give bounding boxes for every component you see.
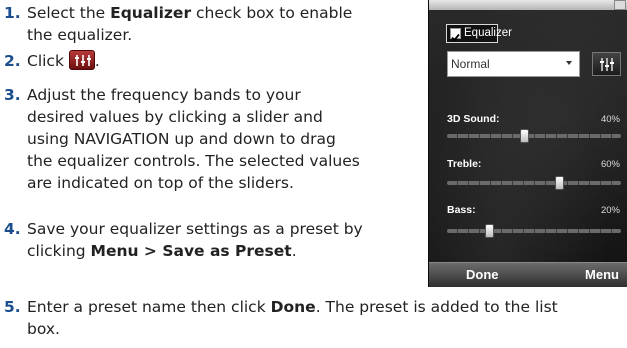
step-text: Click . [27,50,100,72]
step-text-part: Enter a preset name then click [27,298,271,316]
step-text-line: using NAVIGATION up and down to drag [27,130,336,148]
slider-track-treble[interactable] [447,181,621,185]
preset-value: Normal [451,57,490,71]
slider-track-3d-sound[interactable] [447,134,621,138]
step-text-part: Select the [27,4,111,22]
equalizer-settings-button[interactable] [592,52,621,76]
slider-thumb-bass[interactable] [485,224,495,238]
step-text-line: the equalizer. [27,26,133,44]
slider-value-treble: 60% [600,159,620,170]
equalizer-settings-icon [68,50,95,70]
step-text: Save your equalizer settings as a preset… [27,218,363,262]
step-number: 5. [4,298,21,316]
checkbox-box[interactable] [450,28,461,42]
step-text-line: Save your equalizer settings as a preset… [27,220,363,238]
slider-thumb-3d-sound[interactable] [520,129,530,143]
step-text-part: . [291,242,297,260]
menu-softkey[interactable]: Menu [585,267,619,282]
preset-dropdown[interactable]: Normal [447,51,580,77]
slider-value-bass: 20% [600,205,620,216]
step-text: Enter a preset name then click Done. The… [27,296,558,340]
equalizer-settings-icon [600,58,614,71]
slider-label-treble: Treble: [447,158,482,170]
slider-label-3d-sound: 3D Sound: [447,113,500,125]
slider-value-3d-sound: 40% [600,114,620,125]
step-text-part: . The preset is added to the list [315,298,558,316]
step-text-line: Adjust the frequency bands to your [27,86,301,104]
done-softkey[interactable]: Done [466,267,499,282]
step-text-line: desired values by clicking a slider and [27,108,323,126]
step-text-part: clicking [27,242,91,260]
slider-track-bass[interactable] [447,229,621,233]
equalizer-checkbox[interactable]: Equalizer [446,24,512,43]
checkmark-icon [451,33,460,42]
step-text-part: Click [27,52,64,70]
audio-booster-screen: Equalizer Normal 3D Sound: 40% Treble: 6… [428,0,627,287]
step-number: 1. [4,4,21,22]
step-text-bold: Equalizer [110,4,192,22]
step-text-line: are indicated on top of the sliders. [27,174,294,192]
step-text-part: check box to enable [191,4,353,22]
step-text-bold: Menu > Save as Preset [90,242,292,260]
dropdown-arrow-icon [566,61,572,65]
softkey-bar: Done Menu [429,262,627,287]
step-number: 2. [4,52,21,70]
step-number: 4. [4,220,21,238]
step-text-part: . [94,52,100,70]
step-text: Select the Equalizer check box to enable… [27,2,352,46]
step-text-line: the equalizer controls. The selected val… [27,152,360,170]
step-text-line: box. [27,320,60,338]
step-text: Adjust the frequency bands to your desir… [27,84,360,194]
equalizer-label: Equalizer [464,27,512,39]
close-button[interactable] [614,0,626,10]
slider-thumb-treble[interactable] [554,176,564,190]
title-bar [429,0,627,10]
slider-label-bass: Bass: [447,204,476,216]
step-text-bold: Done [270,298,316,316]
step-number: 3. [4,86,21,104]
